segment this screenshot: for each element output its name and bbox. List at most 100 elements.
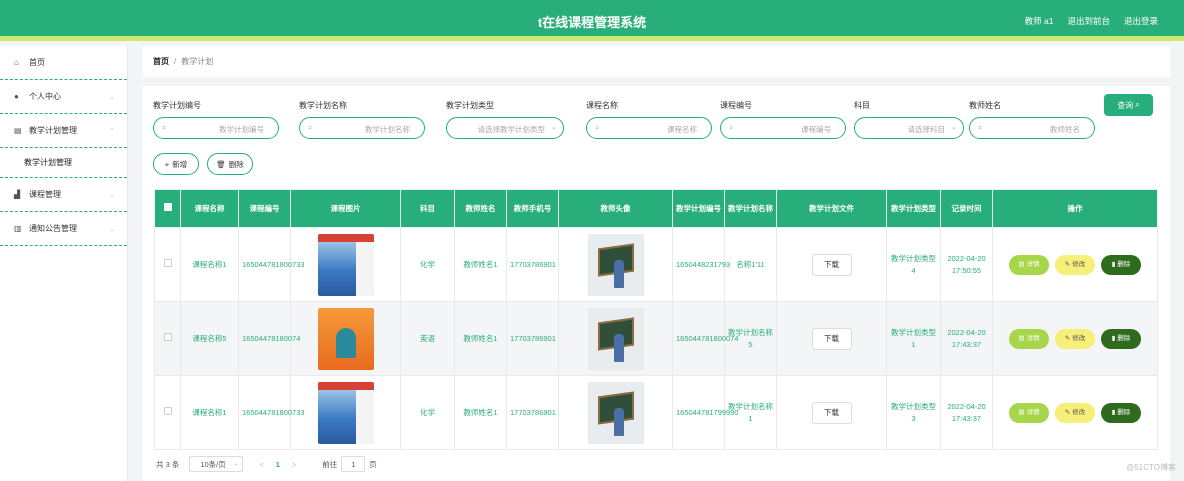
current-user: 教师 a1 <box>1024 16 1054 26</box>
batch-delete-button[interactable]: 🗑 删除 <box>207 153 253 175</box>
chevron-down-icon: ⌄ <box>233 461 239 467</box>
search-icon: ⌕ <box>162 123 167 132</box>
delete-label: 删除 <box>1117 260 1131 268</box>
sidebar-subitem-teaching-plan[interactable]: 教学计划管理 <box>0 148 127 178</box>
course-name-cell: 课程名称1 <box>180 375 239 450</box>
search-icon: ⌕ <box>308 123 313 132</box>
column-header: 科目 <box>400 189 455 228</box>
next-page-button[interactable]: > <box>292 460 296 469</box>
edit-button[interactable]: ✎ 修改 <box>1055 328 1095 349</box>
trash-icon: ▮ <box>1111 260 1116 268</box>
pagination: 共 3 条 10条/页 ⌄ < 1 > 前往 1 页 <box>156 456 377 472</box>
detail-button[interactable]: ▤ 详情 <box>1009 328 1049 349</box>
row-select-cell[interactable] <box>154 375 181 450</box>
search-icon: ⌕ <box>729 123 734 132</box>
current-page[interactable]: 1 <box>276 460 280 469</box>
plan-type-select[interactable]: 请选择教学计划类型 ⌄ <box>446 117 564 139</box>
course-no-input[interactable]: ⌕ 课程编号 <box>720 117 846 139</box>
sidebar-item-label: 首页 <box>29 58 45 67</box>
watermark: @51CTO博客 <box>1126 463 1176 472</box>
plan-no-cell: 165044781799990 <box>672 375 739 450</box>
trash-icon: ▮ <box>1111 408 1116 416</box>
column-header: 操作 <box>992 189 1158 228</box>
sidebar-item-label: 课程管理 <box>29 190 61 199</box>
file-icon: ▤ <box>1018 408 1025 416</box>
ops-cell: ▤ 详情 ✎ 修改 ▮ 删除 <box>992 227 1158 302</box>
chevron-down-icon: ⌄ <box>109 191 115 199</box>
plan-type-cell: 教学计划类型3 <box>886 375 941 450</box>
plan-no-cell: 165044781800074 <box>672 301 739 376</box>
plan-type-cell: 教学计划类型4 <box>886 227 941 302</box>
download-button[interactable]: 下载 <box>811 253 852 276</box>
delete-button[interactable]: ▮ 删除 <box>1101 254 1141 275</box>
sidebar-item-course[interactable]: ▟ 课程管理 ⌄ <box>0 178 127 212</box>
course-name-input[interactable]: ⌕ 课程名称 <box>586 117 712 139</box>
page-size-value: 10条/页 <box>200 459 226 469</box>
filter-label-course-name: 课程名称 <box>586 101 618 110</box>
page-size-select[interactable]: 10条/页 ⌄ <box>189 456 244 472</box>
content-panel: 教学计划编号 教学计划名称 教学计划类型 课程名称 课程编号 科目 教师姓名 ⌕… <box>143 86 1170 481</box>
plan-name-input[interactable]: ⌕ 教学计划名称 <box>299 117 425 139</box>
edit-button[interactable]: ✎ 修改 <box>1055 402 1095 423</box>
teacher-cell: 教师姓名1 <box>454 301 507 376</box>
row-checkbox[interactable] <box>163 332 172 341</box>
goto-page-input[interactable]: 1 <box>341 456 366 472</box>
input-placeholder: 教师姓名 <box>1050 125 1080 134</box>
subject-select[interactable]: 请选择科目 ⌄ <box>854 117 964 139</box>
filter-label-plan-no: 教学计划编号 <box>153 101 201 110</box>
column-header: 课程编号 <box>238 189 291 228</box>
bar-chart-icon: ▥ <box>14 224 22 233</box>
sidebar-item-notice[interactable]: ▥ 通知公告管理 ⌄ <box>0 212 127 246</box>
course-name-cell: 课程名称1 <box>180 227 239 302</box>
sidebar-item-home[interactable]: ⌂ 首页 <box>0 46 127 80</box>
plan-file-cell: 下载 <box>776 227 887 302</box>
teacher-avatar-cell <box>558 301 673 376</box>
prev-page-button[interactable]: < <box>259 460 263 469</box>
back-to-front-link[interactable]: 退出到前台 <box>1067 15 1110 27</box>
time-cell: 2022-04-20 17:50:55 <box>940 227 993 302</box>
teacher-input[interactable]: ⌕ 教师姓名 <box>969 117 1095 139</box>
delete-button[interactable]: ▮ 删除 <box>1101 402 1141 423</box>
teacher-avatar <box>587 381 644 444</box>
teacher-avatar <box>587 233 644 296</box>
query-button-label: 查询 <box>1117 100 1134 110</box>
edit-button[interactable]: ✎ 修改 <box>1055 254 1095 275</box>
add-button-label: 新增 <box>172 159 188 169</box>
select-all-checkbox[interactable] <box>163 203 172 211</box>
breadcrumb: 首页 / 教学计划 <box>143 46 1170 77</box>
detail-button[interactable]: ▤ 详情 <box>1009 254 1049 275</box>
row-select-cell[interactable] <box>154 301 181 376</box>
filter-label-subject: 科目 <box>854 101 870 110</box>
filter-label-course-no: 课程编号 <box>720 101 752 110</box>
select-all-cell[interactable] <box>154 189 181 228</box>
sidebar-item-teaching-plan[interactable]: ▤ 教学计划管理 ⌃ <box>0 114 127 148</box>
chevron-down-icon: ⌄ <box>109 93 115 101</box>
teacher-avatar <box>587 307 644 370</box>
plan-file-cell: 下载 <box>776 375 887 450</box>
plan-type-cell: 教学计划类型1 <box>886 301 941 376</box>
app-title: t在线课程管理系统 <box>537 15 647 30</box>
edit-label: 修改 <box>1072 334 1086 342</box>
course-image-cell <box>290 227 401 302</box>
header-actions: 教师 a1 退出到前台 退出登录 <box>1025 15 1158 27</box>
time-cell: 2022-04-20 17:43:37 <box>940 375 993 450</box>
download-button[interactable]: 下载 <box>811 327 852 350</box>
logout-link[interactable]: 退出登录 <box>1124 15 1158 27</box>
plan-no-cell: 1650448231793 <box>672 227 730 302</box>
row-select-cell[interactable] <box>154 227 181 302</box>
main-content: 首页 / 教学计划 教学计划编号 教学计划名称 教学计划类型 课程名称 课程编号… <box>143 46 1170 481</box>
query-button[interactable]: 查询 ⌕ <box>1104 94 1153 116</box>
detail-button[interactable]: ▤ 详情 <box>1009 402 1049 423</box>
subject-cell: 化学 <box>400 375 455 450</box>
phone-cell: 17703786901 <box>506 301 559 376</box>
row-checkbox[interactable] <box>163 258 172 267</box>
delete-button-label: 删除 <box>228 159 244 169</box>
download-button[interactable]: 下载 <box>811 401 852 424</box>
delete-button[interactable]: ▮ 删除 <box>1101 328 1141 349</box>
plan-no-input[interactable]: ⌕ 教学计划编号 <box>153 117 279 139</box>
edit-label: 修改 <box>1072 260 1086 268</box>
row-checkbox[interactable] <box>163 406 172 415</box>
breadcrumb-home[interactable]: 首页 <box>153 56 169 67</box>
sidebar-item-profile[interactable]: ● 个人中心 ⌄ <box>0 80 127 114</box>
add-button[interactable]: + 新增 <box>153 153 199 175</box>
